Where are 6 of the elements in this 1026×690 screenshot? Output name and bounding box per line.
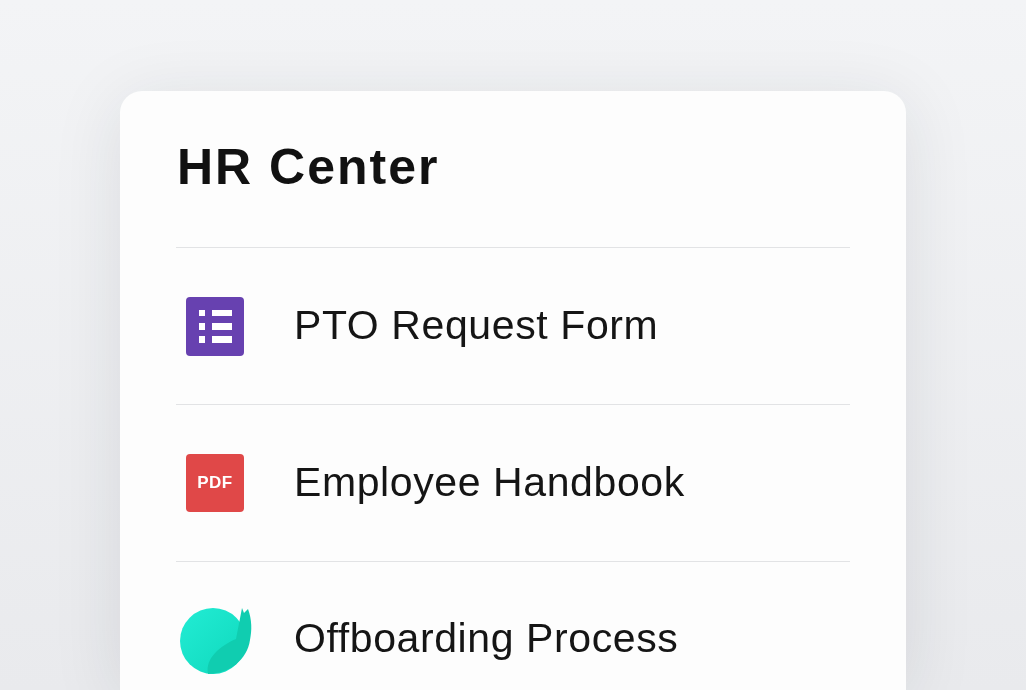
resource-link[interactable]: Offboarding Process: [176, 561, 850, 690]
resource-link[interactable]: PDF Employee Handbook: [176, 404, 850, 561]
resource-link[interactable]: PTO Request Form: [176, 247, 850, 404]
list-form-icon: [186, 296, 244, 356]
pdf-icon: PDF: [186, 454, 244, 512]
card-title: HR Center: [177, 138, 441, 197]
